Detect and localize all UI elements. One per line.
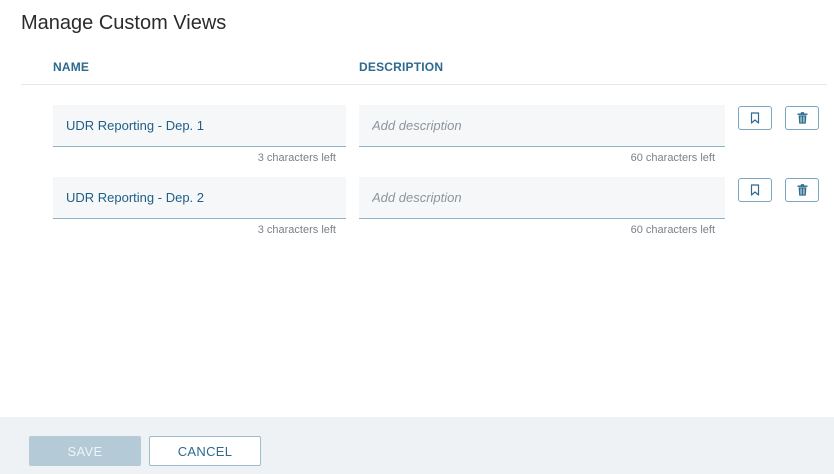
table-row: 3 characters left 60 characters left — [0, 177, 834, 241]
trash-icon — [797, 184, 807, 196]
name-characters-left: 3 characters left — [257, 152, 336, 164]
description-characters-left: 60 characters left — [630, 224, 715, 236]
table-row: 3 characters left 60 characters left — [0, 105, 834, 169]
bookmark-button[interactable] — [738, 178, 772, 202]
cancel-button[interactable]: CANCEL — [149, 436, 261, 466]
save-button[interactable]: SAVE — [29, 436, 141, 466]
column-header-description: DESCRIPTION — [359, 60, 444, 74]
dialog-footer: SAVE CANCEL — [0, 417, 834, 474]
page-title: Manage Custom Views — [21, 12, 227, 34]
bookmark-button[interactable] — [738, 106, 772, 130]
description-characters-left: 60 characters left — [630, 152, 715, 164]
view-name-input[interactable] — [53, 105, 346, 147]
name-characters-left: 3 characters left — [257, 224, 336, 236]
delete-button[interactable] — [785, 106, 819, 130]
delete-button[interactable] — [785, 178, 819, 202]
table-header: NAME DESCRIPTION — [21, 58, 827, 85]
manage-custom-views-dialog: Manage Custom Views NAME DESCRIPTION 3 c… — [0, 0, 834, 474]
view-description-input[interactable] — [359, 177, 725, 219]
trash-icon — [797, 112, 807, 124]
view-description-input[interactable] — [359, 105, 725, 147]
column-header-name: NAME — [53, 60, 90, 74]
view-name-input[interactable] — [53, 177, 346, 219]
bookmark-icon — [750, 112, 760, 124]
bookmark-icon — [750, 184, 760, 196]
